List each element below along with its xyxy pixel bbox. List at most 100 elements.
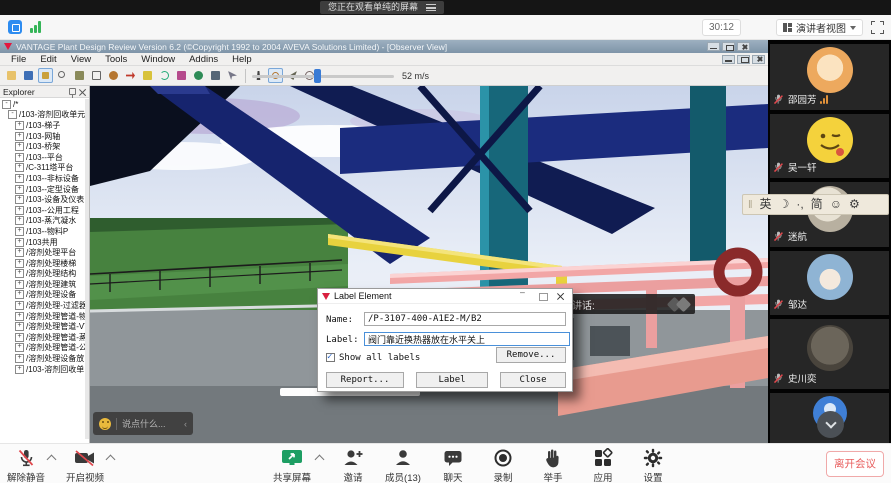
chat-collapse-icon[interactable]: ‹ — [184, 419, 187, 429]
record-button[interactable]: 录制 — [483, 448, 523, 483]
tree-item[interactable]: /103共用 — [0, 237, 85, 248]
pin-icon[interactable] — [69, 88, 76, 95]
open-icon[interactable] — [4, 68, 19, 83]
explorer-close-icon[interactable] — [79, 88, 86, 95]
tree-item[interactable]: /C-311塔平台 — [0, 163, 85, 174]
zoom-icon[interactable] — [55, 68, 70, 83]
tree-item[interactable]: /103--公用工程 — [0, 205, 85, 216]
globe-icon[interactable] — [191, 68, 206, 83]
tree-item[interactable]: /103-网轴 — [0, 131, 85, 142]
meeting-security-icon[interactable] — [8, 20, 22, 34]
child-restore-button[interactable] — [737, 55, 750, 64]
tree-item[interactable]: /溶剂处理管道-物 — [0, 311, 85, 322]
quick-chat-bar[interactable]: 说点什么... ‹ — [93, 412, 193, 435]
dialog-titlebar[interactable]: Label Element — [318, 289, 572, 304]
menu-file[interactable]: File — [4, 54, 33, 65]
window-minimize-button[interactable] — [707, 42, 720, 51]
tree-item[interactable]: /* — [0, 99, 85, 110]
participant-tile[interactable]: 史川奕 — [770, 319, 889, 389]
close-button[interactable]: Close — [500, 372, 566, 388]
participant-tile[interactable]: 邵园芳 — [770, 44, 889, 110]
share-screen-button[interactable]: 共享屏幕 — [272, 448, 312, 483]
tree-item[interactable]: /103--非标设备 — [0, 173, 85, 184]
dialog-maximize-button[interactable] — [536, 291, 550, 302]
tree-item[interactable]: /溶剂处理设备放 — [0, 353, 85, 364]
mute-options-caret[interactable] — [47, 455, 57, 465]
members-button[interactable]: 成员(13) — [383, 448, 423, 483]
speed-slider-thumb[interactable] — [314, 69, 321, 83]
view-mode-button[interactable]: 演讲者视图 — [776, 19, 863, 36]
tree-item[interactable]: /103-设备及仪表 — [0, 194, 85, 205]
tree-item[interactable]: /103-桥架 — [0, 141, 85, 152]
tree-item[interactable]: /溶剂处理平台 — [0, 247, 85, 258]
ime-settings-icon[interactable]: ⚙ — [849, 195, 860, 214]
menu-edit[interactable]: Edit — [33, 54, 63, 65]
child-close-button[interactable] — [752, 55, 765, 64]
window-close-button[interactable] — [737, 42, 750, 51]
tree-item[interactable]: /溶剂处理管道-公 — [0, 343, 85, 354]
dialog-close-icon[interactable] — [554, 291, 568, 302]
unmute-button[interactable]: 解除静音 — [6, 448, 46, 483]
report-button[interactable]: Report... — [326, 372, 404, 388]
start-video-button[interactable]: 开启视频 — [65, 448, 105, 483]
clip-icon[interactable] — [208, 68, 223, 83]
speed-slider-track[interactable] — [252, 75, 394, 78]
tree-item[interactable]: /103-蒸汽凝水 — [0, 216, 85, 227]
measure-icon[interactable] — [174, 68, 189, 83]
fullscreen-icon[interactable] — [871, 21, 884, 34]
label-button[interactable]: Label — [416, 372, 488, 388]
tree-item[interactable]: /溶剂处理-过滤器 — [0, 300, 85, 311]
participant-tile[interactable]: 吴一轩 — [770, 114, 889, 178]
tree-item[interactable]: /103--平台 — [0, 152, 85, 163]
invite-button[interactable]: 邀请 — [333, 448, 373, 483]
tree-item[interactable]: /溶剂处理设备 — [0, 290, 85, 301]
tree-item[interactable]: /溶剂处理管道-VT — [0, 321, 85, 332]
menu-addins[interactable]: Addins — [182, 54, 225, 65]
settings-button[interactable]: 设置 — [633, 448, 673, 483]
explorer-scrollbar[interactable] — [85, 99, 89, 439]
tree-item[interactable]: /103-梯子 — [0, 120, 85, 131]
tree-item[interactable]: /103-溶剂回收单 — [0, 364, 85, 375]
perspective-icon[interactable] — [38, 68, 53, 83]
child-minimize-button[interactable] — [722, 55, 735, 64]
tree-item[interactable]: /溶剂处理建筑 — [0, 279, 85, 290]
window-maximize-button[interactable] — [722, 42, 735, 51]
orbit-icon[interactable] — [106, 68, 121, 83]
raise-hand-button[interactable]: 举手 — [533, 448, 573, 483]
dialog-minimize-button[interactable] — [518, 291, 532, 302]
menu-tools[interactable]: Tools — [98, 54, 134, 65]
ime-language-toggle[interactable]: 英 — [760, 195, 772, 214]
pan-icon[interactable] — [72, 68, 87, 83]
name-field[interactable] — [364, 312, 566, 326]
save-icon[interactable] — [21, 68, 36, 83]
chat-input-placeholder[interactable]: 说点什么... — [122, 417, 179, 430]
show-all-labels-checkbox[interactable] — [326, 353, 335, 362]
rotate-icon[interactable] — [157, 68, 172, 83]
ime-simplified-toggle[interactable]: 简 — [811, 195, 823, 214]
leave-meeting-button[interactable]: 离开会议 — [826, 451, 884, 477]
pick-icon[interactable] — [225, 68, 240, 83]
share-options-caret[interactable] — [315, 455, 325, 465]
ime-punctuation-icon[interactable]: ·, — [796, 195, 803, 214]
ime-emoji-icon[interactable]: ☺ — [830, 195, 842, 214]
tree-item[interactable]: /溶剂处理管道-蒸 — [0, 332, 85, 343]
tree-item[interactable]: /103-溶剂回收单元 — [0, 110, 85, 121]
snap-icon[interactable] — [140, 68, 155, 83]
participant-tile[interactable]: 邹达 — [770, 251, 889, 315]
chat-button[interactable]: 聊天 — [433, 448, 473, 483]
tree-item[interactable]: /103--定型设备 — [0, 184, 85, 195]
box-select-icon[interactable] — [89, 68, 104, 83]
banner-menu-icon[interactable] — [426, 4, 436, 11]
menu-view[interactable]: View — [64, 54, 98, 65]
video-options-caret[interactable] — [106, 455, 116, 465]
tree-item[interactable]: /103--物料P — [0, 226, 85, 237]
menu-window[interactable]: Window — [134, 54, 182, 65]
label-field[interactable] — [364, 332, 570, 346]
tree-item[interactable]: /溶剂处理结构 — [0, 269, 85, 280]
menu-help[interactable]: Help — [225, 54, 259, 65]
emoji-icon[interactable] — [99, 418, 111, 430]
apps-button[interactable]: 应用 — [583, 448, 623, 483]
sidebar-collapse-button[interactable] — [817, 411, 844, 438]
tree-item[interactable]: /溶剂处理楼梯 — [0, 258, 85, 269]
goto-icon[interactable] — [123, 68, 138, 83]
